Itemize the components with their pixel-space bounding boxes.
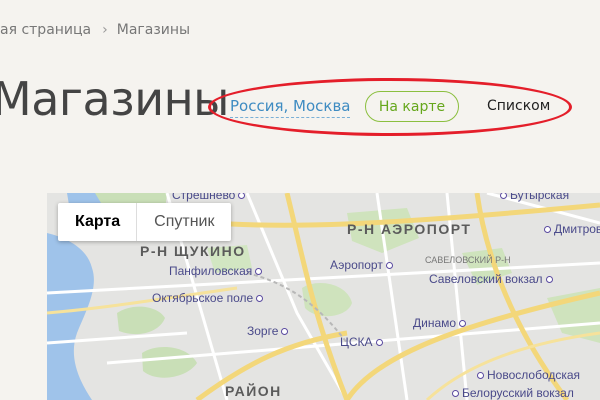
metro-label: Зорге xyxy=(247,324,279,338)
metro-icon xyxy=(477,371,484,379)
metro-icon xyxy=(459,319,467,327)
metro-icon xyxy=(452,389,459,397)
metro-streshnevo[interactable]: Стрешнево xyxy=(172,193,246,202)
metro-savelovsky-station[interactable]: Савеловский вокзал xyxy=(429,272,553,286)
metro-label: Динамо xyxy=(413,316,457,330)
metro-label: ЦСКА xyxy=(340,335,373,349)
metro-icon xyxy=(281,327,289,335)
district-label-raion: РАЙОН xyxy=(225,383,282,399)
view-on-map-button[interactable]: На карте xyxy=(365,91,459,122)
stores-map[interactable]: Карта Спутник Р-Н ЩУКИНО Р-Н АЭРОПОРТ РА… xyxy=(47,193,600,400)
metro-panfilovskaya[interactable]: Панфиловская xyxy=(169,264,263,278)
district-label-aeroport: Р-Н АЭРОПОРТ xyxy=(347,221,472,237)
metro-label: Панфиловская xyxy=(169,264,253,278)
map-type-map-button[interactable]: Карта xyxy=(58,203,136,241)
metro-zorge[interactable]: Зорге xyxy=(247,324,289,338)
metro-label: Белорусский вокзал xyxy=(462,386,574,400)
metro-icon xyxy=(500,193,507,199)
metro-icon xyxy=(256,294,264,302)
metro-label: Дмитров xyxy=(554,222,600,236)
street-label-savelovsky: САВЕЛОВСКИЙ Р-Н xyxy=(425,255,511,265)
metro-dmitrovskaya[interactable]: Дмитров xyxy=(544,222,600,236)
metro-icon xyxy=(545,275,553,283)
store-view-controls: Россия, Москва На карте Списком xyxy=(0,0,600,190)
metro-icon xyxy=(544,225,551,233)
metro-icon xyxy=(375,338,383,346)
metro-icon xyxy=(238,193,246,199)
metro-label: Октябрьское поле xyxy=(152,291,254,305)
district-label-shchukino: Р-Н ЩУКИНО xyxy=(140,243,246,259)
metro-label: Новослободская xyxy=(487,368,581,382)
metro-icon xyxy=(255,267,263,275)
metro-dinamo[interactable]: Динамо xyxy=(413,316,467,330)
metro-label: Савеловский вокзал xyxy=(429,272,543,286)
metro-belorussky-station[interactable]: Белорусский вокзал xyxy=(452,386,574,400)
metro-aeroport[interactable]: Аэропорт xyxy=(330,258,393,272)
view-as-list-button[interactable]: Списком xyxy=(487,98,550,114)
metro-butyrskaya[interactable]: Бутырская xyxy=(500,193,569,202)
metro-icon xyxy=(385,261,393,269)
region-selector-link[interactable]: Россия, Москва xyxy=(230,97,351,118)
metro-novoslobodskaya[interactable]: Новослободская xyxy=(477,368,580,382)
metro-label: Стрешнево xyxy=(172,193,236,202)
metro-label: Аэропорт xyxy=(330,258,383,272)
map-type-switcher: Карта Спутник xyxy=(58,203,232,241)
metro-label: Бутырская xyxy=(510,193,570,202)
metro-cska[interactable]: ЦСКА xyxy=(340,335,383,349)
view-on-map-label: На карте xyxy=(378,98,446,115)
metro-oktyabrskoe-pole[interactable]: Октябрьское поле xyxy=(152,291,264,305)
map-type-satellite-button[interactable]: Спутник xyxy=(137,203,231,241)
